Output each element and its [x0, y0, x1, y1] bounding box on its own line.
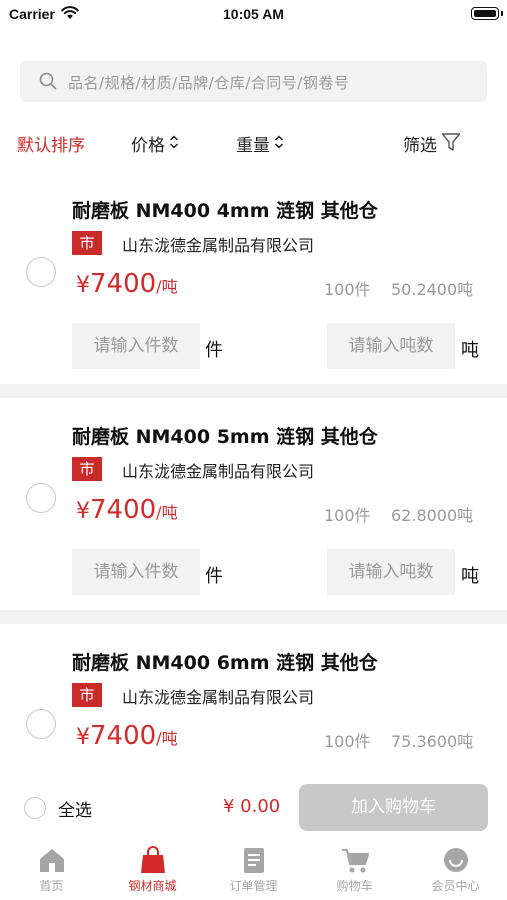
tons-input[interactable]: 请输入吨数 [327, 549, 455, 595]
cart-bar: 全选 ¥ 0.00 加入购物车 [0, 776, 507, 840]
tab-cart[interactable]: 购物车 [304, 840, 405, 900]
product-title: 耐磨板 NM400 5mm 涟钢 其他仓 [72, 426, 378, 448]
search-icon [39, 72, 57, 94]
member-icon [441, 846, 471, 874]
tab-label: 钢材商城 [128, 879, 177, 893]
product-price: ¥7400/吨 [76, 495, 178, 525]
product-select-radio[interactable] [26, 709, 56, 739]
search-bar[interactable]: 品名/规格/材质/品牌/仓库/合同号/钢卷号 [20, 61, 487, 102]
stock-tons: 62.8000吨 [391, 506, 474, 525]
currency-symbol: ¥ [76, 273, 90, 298]
price-unit: /吨 [156, 277, 178, 296]
tab-label: 首页 [39, 879, 64, 893]
market-badge: 市 [72, 457, 102, 481]
tab-label: 购物车 [336, 879, 373, 893]
stock-pieces: 100件 [324, 506, 371, 525]
sort-arrows-icon [169, 134, 179, 155]
product-price: ¥7400/吨 [76, 721, 178, 751]
sort-arrows-icon [274, 134, 284, 155]
product-select-radio[interactable] [26, 483, 56, 513]
sort-bar: 默认排序 价格 重量 筛选 [0, 124, 507, 164]
sort-price-label: 价格 [131, 136, 165, 156]
company-name: 山东泷德金属制品有限公司 [122, 688, 315, 707]
price-value: 7400 [90, 269, 157, 299]
tab-label: 会员中心 [431, 879, 480, 893]
total-price: ¥ 0.00 [223, 796, 281, 817]
pieces-input[interactable]: 请输入件数 [72, 549, 200, 595]
tab-orders[interactable]: 订单管理 [203, 840, 304, 900]
status-bar: Carrier 10:05 AM [0, 0, 507, 30]
tab-steel-mall[interactable]: 钢材商城 [102, 840, 203, 900]
order-icon [239, 846, 269, 874]
clock: 10:05 AM [223, 6, 284, 22]
pieces-unit: 件 [205, 566, 223, 587]
filter-label: 筛选 [403, 136, 437, 156]
filter-icon [441, 132, 461, 157]
card-divider [0, 384, 507, 398]
tons-unit: 吨 [461, 340, 479, 361]
add-to-cart-button[interactable]: 加入购物车 [299, 784, 488, 831]
stock-pieces: 100件 [324, 280, 371, 299]
search-placeholder: 品名/规格/材质/品牌/仓库/合同号/钢卷号 [68, 74, 350, 92]
tons-input[interactable]: 请输入吨数 [327, 323, 455, 369]
sort-default[interactable]: 默认排序 [17, 131, 85, 156]
filter-button[interactable]: 筛选 [403, 131, 461, 157]
company-name: 山东泷德金属制品有限公司 [122, 462, 315, 481]
stock-pieces: 100件 [324, 732, 371, 751]
sort-price[interactable]: 价格 [131, 131, 179, 156]
home-icon [37, 846, 67, 874]
sort-weight-label: 重量 [236, 136, 270, 156]
tab-home[interactable]: 首页 [1, 840, 102, 900]
product-card: 耐磨板 NM400 6mm 涟钢 其他仓 市 山东泷德金属制品有限公司 ¥740… [0, 624, 507, 776]
market-badge: 市 [72, 683, 102, 707]
price-value: 7400 [90, 495, 157, 525]
cart-icon [340, 846, 370, 874]
price-unit: /吨 [156, 729, 178, 748]
battery-icon [471, 7, 503, 20]
stock-tons: 50.2400吨 [391, 280, 474, 299]
product-select-radio[interactable] [26, 257, 56, 287]
product-card: 耐磨板 NM400 4mm 涟钢 其他仓 市 山东泷德金属制品有限公司 ¥740… [0, 174, 507, 384]
product-title: 耐磨板 NM400 4mm 涟钢 其他仓 [72, 200, 378, 222]
pieces-input[interactable]: 请输入件数 [72, 323, 200, 369]
tab-member[interactable]: 会员中心 [405, 840, 506, 900]
card-divider [0, 610, 507, 624]
product-title: 耐磨板 NM400 6mm 涟钢 其他仓 [72, 652, 378, 674]
sort-weight[interactable]: 重量 [236, 131, 284, 156]
currency-symbol: ¥ [76, 499, 90, 524]
shopping-bag-icon [138, 846, 168, 874]
market-badge: 市 [72, 231, 102, 255]
price-unit: /吨 [156, 503, 178, 522]
product-price: ¥7400/吨 [76, 269, 178, 299]
tab-label: 订单管理 [229, 879, 278, 893]
company-name: 山东泷德金属制品有限公司 [122, 236, 315, 255]
product-card: 耐磨板 NM400 5mm 涟钢 其他仓 市 山东泷德金属制品有限公司 ¥740… [0, 398, 507, 608]
select-all-radio[interactable] [24, 797, 46, 819]
select-all-label[interactable]: 全选 [58, 796, 92, 821]
stock-tons: 75.3600吨 [391, 732, 474, 751]
tons-unit: 吨 [461, 566, 479, 587]
pieces-unit: 件 [205, 340, 223, 361]
currency-symbol: ¥ [76, 725, 90, 750]
tab-bar: 首页 钢材商城 订单管理 购物车 会员中心 [0, 840, 507, 900]
price-value: 7400 [90, 721, 157, 751]
